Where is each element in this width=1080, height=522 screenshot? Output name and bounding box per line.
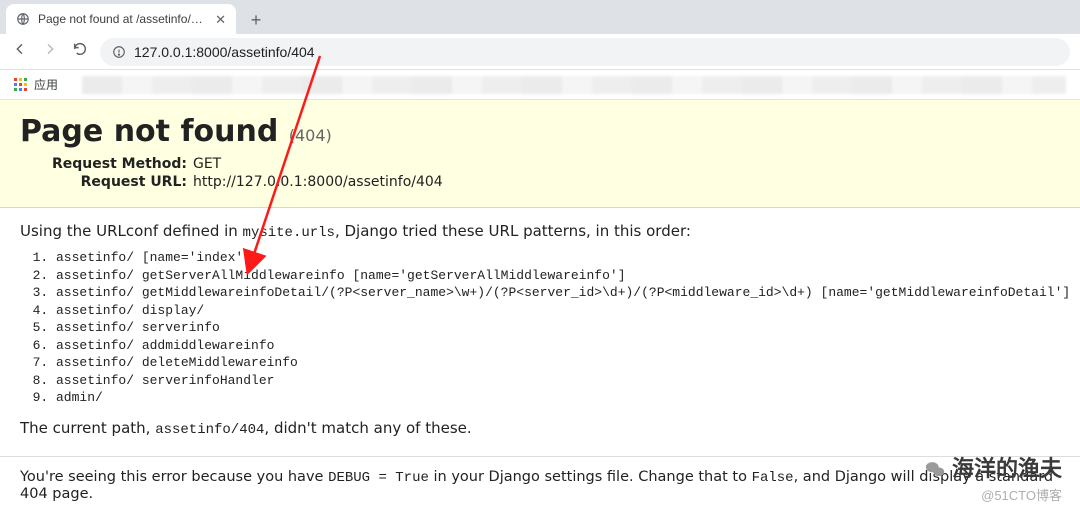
debug-explanation: You're seeing this error because you hav… (0, 457, 1080, 514)
outro-before: The current path, (20, 419, 155, 437)
expl-c1: DEBUG = True (328, 470, 429, 486)
apps-label[interactable]: 应用 (34, 76, 58, 93)
intro-after: , Django tried these URL patterns, in th… (335, 222, 691, 240)
url-pattern-item: assetinfo/ serverinfoHandler (56, 372, 1060, 390)
url-pattern-item: assetinfo/ getMiddlewareinfoDetail/(?P<s… (56, 284, 1060, 302)
meta-method-label: Request Method: (52, 155, 193, 173)
meta-url-label: Request URL: (52, 173, 193, 191)
nav-toolbar: 127.0.0.1:8000/assetinfo/404 (0, 34, 1080, 70)
url-text: 127.0.0.1:8000/assetinfo/404 (134, 44, 315, 60)
browser-chrome: Page not found at /assetinfo/404 ✕ + 127… (0, 0, 1080, 100)
new-tab-button[interactable]: + (242, 6, 270, 34)
browser-tab-active[interactable]: Page not found at /assetinfo/404 ✕ (6, 4, 236, 34)
blurred-bookmarks (82, 76, 1066, 94)
url-pattern-item: assetinfo/ getServerAllMiddlewareinfo [n… (56, 267, 1060, 285)
back-button[interactable] (10, 41, 30, 62)
outro-text: The current path, assetinfo/404, didn't … (20, 419, 1060, 438)
url-pattern-item: admin/ (56, 389, 1060, 407)
heading-small: (404) (289, 126, 332, 145)
address-bar[interactable]: 127.0.0.1:8000/assetinfo/404 (100, 38, 1070, 66)
bookmarks-bar: 应用 (0, 70, 1080, 100)
expl-t1: You're seeing this error because you hav… (20, 469, 328, 485)
tab-strip: Page not found at /assetinfo/404 ✕ + (0, 0, 1080, 34)
meta-method-value: GET (193, 155, 443, 173)
globe-icon (16, 12, 30, 26)
expl-t2: in your Django settings file. Change tha… (429, 469, 752, 485)
forward-button[interactable] (40, 41, 60, 62)
outro-after: , didn't match any of these. (264, 419, 471, 437)
request-meta-table: Request Method: GET Request URL: http://… (52, 155, 443, 191)
intro-code: mysite.urls (243, 225, 335, 241)
page-title: Page not found (404) (20, 114, 1060, 149)
url-pattern-item: assetinfo/ addmiddlewareinfo (56, 337, 1060, 355)
meta-row-method: Request Method: GET (52, 155, 443, 173)
site-info-icon[interactable] (112, 45, 126, 59)
outro-code: assetinfo/404 (155, 422, 264, 438)
url-pattern-item: assetinfo/ display/ (56, 302, 1060, 320)
url-patterns-panel: Using the URLconf defined in mysite.urls… (0, 208, 1080, 457)
heading-text: Page not found (20, 114, 278, 149)
close-icon[interactable]: ✕ (215, 13, 226, 26)
url-pattern-list: assetinfo/ [name='index']assetinfo/ getS… (56, 249, 1060, 407)
intro-text: Using the URLconf defined in mysite.urls… (20, 222, 1060, 241)
tab-title: Page not found at /assetinfo/404 (38, 12, 207, 26)
page-body: Page not found (404) Request Method: GET… (0, 100, 1080, 514)
reload-button[interactable] (70, 41, 90, 62)
meta-url-value: http://127.0.0.1:8000/assetinfo/404 (193, 173, 443, 191)
summary-panel: Page not found (404) Request Method: GET… (0, 100, 1080, 208)
apps-icon[interactable] (14, 78, 28, 92)
expl-c2: False (752, 470, 794, 486)
url-pattern-item: assetinfo/ [name='index'] (56, 249, 1060, 267)
url-pattern-item: assetinfo/ serverinfo (56, 319, 1060, 337)
url-pattern-item: assetinfo/ deleteMiddlewareinfo (56, 354, 1060, 372)
meta-row-url: Request URL: http://127.0.0.1:8000/asset… (52, 173, 443, 191)
intro-before: Using the URLconf defined in (20, 222, 243, 240)
